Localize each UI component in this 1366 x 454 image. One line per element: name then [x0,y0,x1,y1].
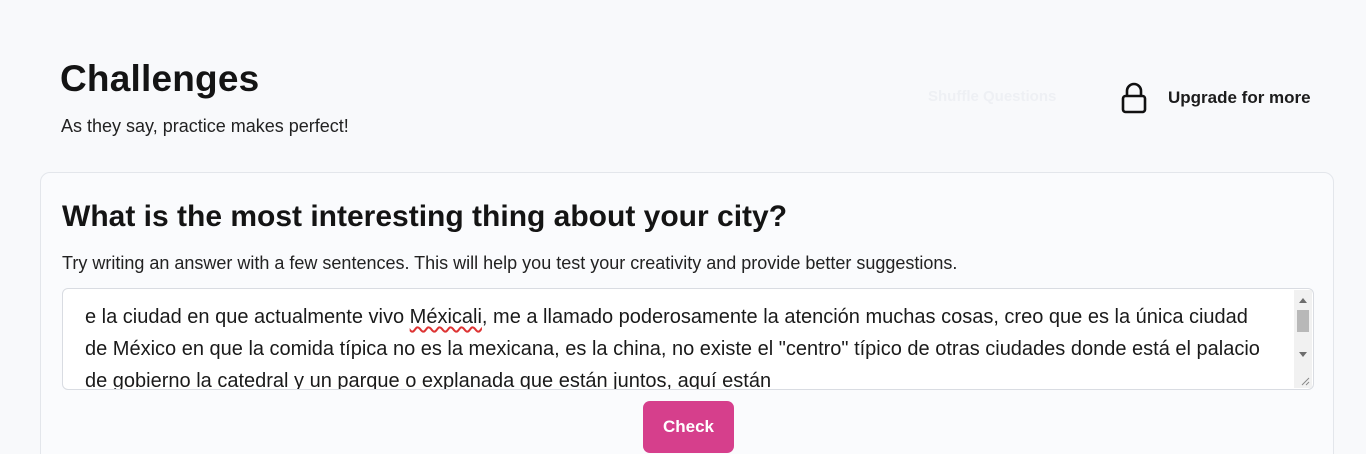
check-button[interactable]: Check [643,401,734,453]
scroll-thumb[interactable] [1297,310,1309,332]
upgrade-label: Upgrade for more [1168,88,1311,107]
resize-grip-icon[interactable] [1300,376,1310,386]
challenge-hint: Try writing an answer with a few sentenc… [62,253,958,273]
upgrade-button[interactable]: Upgrade for more [1120,80,1311,116]
answer-text-start: e la ciudad en que actualmente vivo [85,306,410,328]
page-title: Challenges [60,58,260,99]
lock-icon [1120,82,1148,114]
page-subtitle: As they say, practice makes perfect! [61,116,349,136]
scroll-down-arrow-icon[interactable] [1299,352,1307,357]
challenge-question: What is the most interesting thing about… [62,200,788,233]
answer-textarea[interactable]: e la ciudad en que actualmente vivo Méxi… [62,288,1314,390]
challenge-card: What is the most interesting thing about… [40,172,1334,454]
scroll-up-arrow-icon[interactable] [1299,298,1307,303]
misspelled-word[interactable]: Méxicali [410,306,482,328]
answer-text[interactable]: e la ciudad en que actualmente vivo Méxi… [85,301,1275,389]
challenges-page: Challenges As they say, practice makes p… [0,0,1366,454]
textarea-scrollbar[interactable] [1294,290,1312,388]
shuffle-questions-button[interactable]: Shuffle Questions [928,88,1056,105]
